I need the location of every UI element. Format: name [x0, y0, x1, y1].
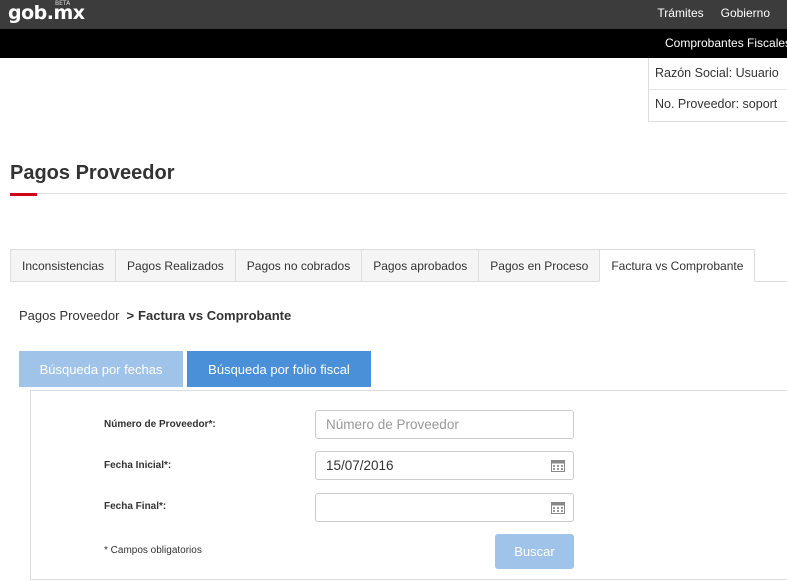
top-nav: Trámites Gobierno: [657, 6, 787, 20]
breadcrumb-current: Factura vs Comprobante: [138, 308, 292, 323]
required-fields-note: * Campos obligatorios: [104, 545, 202, 556]
nav-link-comprobantes-fiscales[interactable]: Comprobantes Fiscales: [665, 36, 787, 50]
page-title: Pagos Proveedor: [10, 162, 175, 184]
tab-pagos-no-cobrados[interactable]: Pagos no cobrados: [234, 249, 362, 282]
calendar-icon[interactable]: [551, 501, 565, 514]
fecha-final-label: Fecha Final*:: [104, 501, 167, 512]
search-by-folio-button[interactable]: Búsqueda por folio fiscal: [187, 351, 371, 387]
proveedor-label: Número de Proveedor*:: [104, 419, 216, 430]
user-info-panel: Razón Social: Usuario No. Proveedor: sop…: [648, 58, 787, 122]
gob-mx-logo[interactable]: gob.mx BETA: [8, 0, 85, 24]
section-tabs: Inconsistencias Pagos Realizados Pagos n…: [10, 249, 756, 282]
fecha-inicial-input[interactable]: [315, 451, 574, 480]
tab-factura-vs-comprobante[interactable]: Factura vs Comprobante: [599, 249, 756, 282]
numero-proveedor: No. Proveedor: soport: [655, 97, 778, 111]
tab-pagos-en-proceso[interactable]: Pagos en Proceso: [478, 249, 600, 282]
fecha-final-input[interactable]: [315, 493, 574, 522]
calendar-icon[interactable]: [551, 459, 565, 472]
tab-inconsistencias[interactable]: Inconsistencias: [10, 249, 116, 282]
user-info-divider: [649, 89, 787, 90]
search-by-date-button[interactable]: Búsqueda por fechas: [19, 351, 183, 387]
breadcrumb: Pagos Proveedor > Factura vs Comprobante: [19, 308, 291, 323]
nav-link-tramites[interactable]: Trámites: [657, 6, 703, 20]
nav-link-gobierno[interactable]: Gobierno: [721, 6, 770, 20]
title-divider: [10, 193, 787, 194]
sub-header: Comprobantes Fiscales: [0, 29, 787, 58]
search-button[interactable]: Buscar: [495, 534, 574, 569]
logo-text: gob.mx: [8, 2, 85, 24]
search-form-panel: Número de Proveedor*: Fecha Inicial*: Fe…: [30, 390, 787, 580]
beta-badge: BETA: [55, 0, 71, 7]
razon-social: Razón Social: Usuario: [655, 66, 779, 80]
breadcrumb-root[interactable]: Pagos Proveedor: [19, 308, 119, 323]
tab-pagos-aprobados[interactable]: Pagos aprobados: [361, 249, 479, 282]
search-mode-tabs: Búsqueda por fechas Búsqueda por folio f…: [19, 351, 371, 387]
top-header: gob.mx BETA Trámites Gobierno: [0, 0, 787, 29]
tab-pagos-realizados[interactable]: Pagos Realizados: [115, 249, 235, 282]
breadcrumb-separator-icon: >: [126, 308, 135, 323]
fecha-inicial-label: Fecha Inicial*:: [104, 460, 172, 471]
title-accent-bar: [10, 193, 37, 196]
proveedor-input[interactable]: [315, 410, 574, 439]
